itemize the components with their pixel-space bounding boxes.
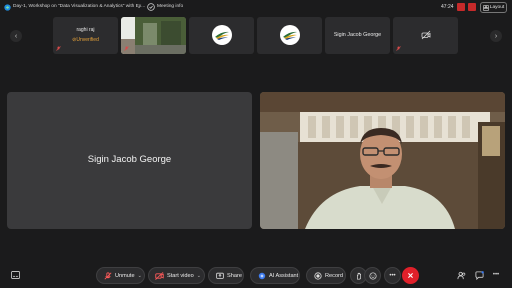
unmute-label: Unmute	[115, 272, 135, 279]
chevron-down-icon[interactable]: ⌄	[137, 4, 141, 10]
chat-button[interactable]	[474, 270, 484, 280]
record-label: Record	[325, 272, 344, 279]
layout-label: Layout	[489, 5, 505, 10]
participant-name: Sigin Jacob George	[333, 32, 382, 38]
participant-video-feed	[121, 17, 186, 54]
share-label: Share	[227, 272, 242, 279]
share-button[interactable]: Share	[208, 267, 244, 284]
participant-thumb-raghi-raj[interactable]: raghi raj ⊘Unverified	[53, 17, 118, 54]
participant-video-feed	[260, 92, 505, 229]
more-icon: •••	[492, 272, 500, 278]
meeting-timer: 47:24	[441, 4, 454, 10]
layout-grid-icon	[483, 4, 489, 11]
more-options-button[interactable]: •••	[384, 267, 401, 284]
muted-mic-icon	[396, 46, 401, 51]
participants-icon	[456, 271, 465, 279]
muted-mic-icon	[124, 46, 129, 51]
participant-thumb-sigin[interactable]: Sigin Jacob George	[325, 17, 390, 54]
video-off-icon	[155, 271, 164, 280]
closed-captions-button[interactable]	[10, 270, 20, 280]
unmute-button[interactable]: Unmute ⌄	[96, 267, 145, 284]
more-panels-button[interactable]: •••	[491, 270, 501, 280]
layout-button[interactable]: Layout	[480, 2, 507, 13]
filmstrip-next-button[interactable]: ›	[490, 30, 502, 42]
ai-assistant-button[interactable]: AI Assistant	[250, 267, 300, 284]
participants-button[interactable]	[456, 270, 466, 280]
chevron-down-icon[interactable]: ⌄	[138, 273, 142, 279]
record-button[interactable]: Record	[306, 267, 346, 284]
window-title: Day-1, Workshop on "Data Visualization &…	[13, 4, 146, 9]
chevron-right-icon: ›	[494, 32, 498, 40]
alert-indicator-icon	[468, 3, 476, 11]
participant-logo-icon	[279, 25, 300, 45]
ai-assistant-label: AI Assistant	[269, 272, 299, 279]
leave-meeting-button[interactable]	[402, 267, 419, 284]
participant-thumb-video[interactable]	[121, 17, 186, 54]
active-speaker-tile[interactable]: Sigin Jacob George	[7, 92, 252, 229]
meeting-info-icon[interactable]	[147, 3, 155, 11]
closed-captions-icon	[10, 271, 20, 279]
start-video-button[interactable]: Start video ⌄	[148, 267, 205, 284]
share-icon	[215, 271, 224, 280]
unverified-status: ⊘Unverified	[72, 37, 99, 43]
webex-app-icon	[4, 4, 11, 11]
chevron-down-icon[interactable]: ⌄	[197, 273, 201, 279]
smiley-icon	[368, 271, 377, 280]
raise-hand-icon	[356, 272, 361, 280]
participant-thumb-video-off[interactable]	[393, 17, 458, 54]
start-video-label: Start video	[167, 272, 194, 279]
title-bar: Day-1, Workshop on "Data Visualization &…	[0, 0, 512, 16]
record-icon	[313, 271, 322, 280]
video-off-icon	[421, 30, 431, 40]
close-icon	[408, 273, 413, 278]
muted-mic-icon	[56, 46, 61, 51]
participant-video-tile[interactable]	[260, 92, 505, 229]
participant-name: raghi raj	[76, 27, 95, 33]
participant-thumb-logo-2[interactable]	[257, 17, 322, 54]
participant-logo-icon	[211, 25, 232, 45]
reactions-button[interactable]	[364, 267, 381, 284]
speaker-name: Sigin Jacob George	[87, 154, 172, 165]
chat-icon	[474, 270, 484, 280]
recording-indicator-icon	[457, 3, 465, 11]
filmstrip-prev-button[interactable]: ‹	[10, 30, 22, 42]
ai-assistant-icon	[257, 271, 266, 280]
chevron-left-icon: ‹	[14, 32, 18, 40]
more-icon: •••	[389, 272, 396, 279]
meeting-info-link[interactable]: Meeting info	[157, 4, 183, 9]
muted-mic-icon	[103, 271, 112, 280]
participant-thumb-logo-1[interactable]	[189, 17, 254, 54]
